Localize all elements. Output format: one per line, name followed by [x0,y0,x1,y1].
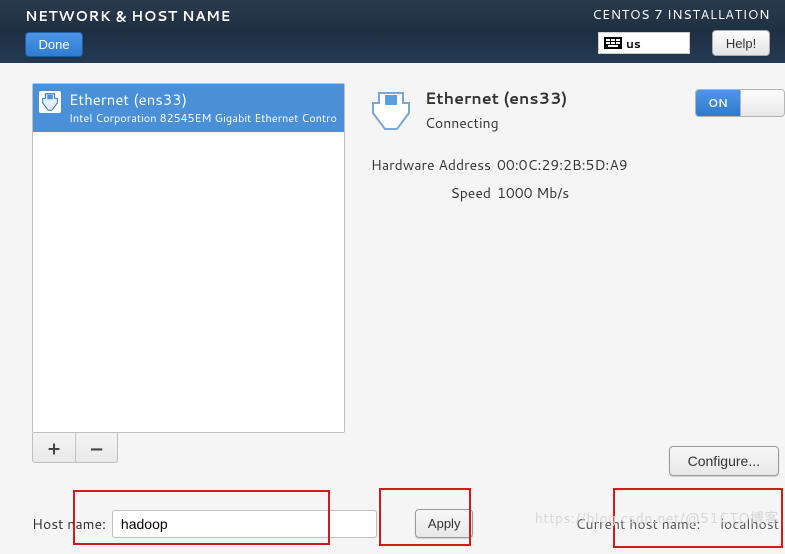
info-label-speed: Speed [367,183,497,203]
content-area: Ethernet (ens33) Intel Corporation 82545… [0,63,785,463]
remove-device-button[interactable]: − [75,433,117,462]
header-left: NETWORK & HOST NAME Done [25,6,231,55]
help-button[interactable]: Help! [712,30,770,56]
info-label-hwaddr: Hardware Address [367,155,497,175]
hostname-label: Host name: [32,514,106,534]
info-row: Speed 1000 Mb/s [367,183,785,203]
device-panel: Ethernet (ens33) Intel Corporation 82545… [32,83,345,463]
keyboard-layout-label: us [626,35,641,52]
toggle-on-label: ON [696,90,740,116]
done-button[interactable]: Done [25,32,83,57]
detail-header-left: Ethernet (ens33) Connecting [367,89,567,133]
detail-header: Ethernet (ens33) Connecting ON [367,89,785,133]
connection-status: Connecting [425,113,567,133]
page-title: NETWORK & HOST NAME [25,6,231,26]
hostname-input[interactable] [112,510,377,538]
info-value-speed: 1000 Mb/s [497,183,569,203]
keyboard-layout-indicator[interactable]: us [598,32,690,54]
connection-title: Ethernet (ens33) [425,87,567,110]
device-name: Ethernet (ens33) [69,89,338,110]
header-right-row: us Help! [598,30,770,56]
device-list[interactable]: Ethernet (ens33) Intel Corporation 82545… [32,83,345,433]
detail-title-block: Ethernet (ens33) Connecting [425,89,567,133]
info-value-hwaddr: 00:0C:29:2B:5D:A9 [497,155,628,175]
info-row: Hardware Address 00:0C:29:2B:5D:A9 [367,155,785,175]
detail-panel: Ethernet (ens33) Connecting ON Hardware … [345,83,785,463]
toggle-knob [740,90,784,116]
configure-row: Configure... [669,446,779,476]
network-icon [367,89,415,133]
watermark-text: https://blog.csdn.net/@51CTO博客 [535,508,779,528]
header-right: CENTOS 7 INSTALLATION us Help! [592,6,770,55]
connection-toggle[interactable]: ON [695,89,785,117]
header-bar: NETWORK & HOST NAME Done CENTOS 7 INSTAL… [0,0,785,63]
device-list-item[interactable]: Ethernet (ens33) Intel Corporation 82545… [33,84,344,132]
configure-button[interactable]: Configure... [669,446,779,476]
connection-info: Hardware Address 00:0C:29:2B:5D:A9 Speed… [367,155,785,203]
device-subtitle: Intel Corporation 82545EM Gigabit Ethern… [69,110,338,126]
device-text: Ethernet (ens33) Intel Corporation 82545… [69,89,338,126]
add-device-button[interactable]: + [33,433,75,462]
device-list-toolbar: + − [32,433,118,463]
ethernet-icon [39,91,61,113]
installer-title: CENTOS 7 INSTALLATION [592,6,770,24]
keyboard-icon [604,37,622,49]
apply-button[interactable]: Apply [415,509,474,538]
